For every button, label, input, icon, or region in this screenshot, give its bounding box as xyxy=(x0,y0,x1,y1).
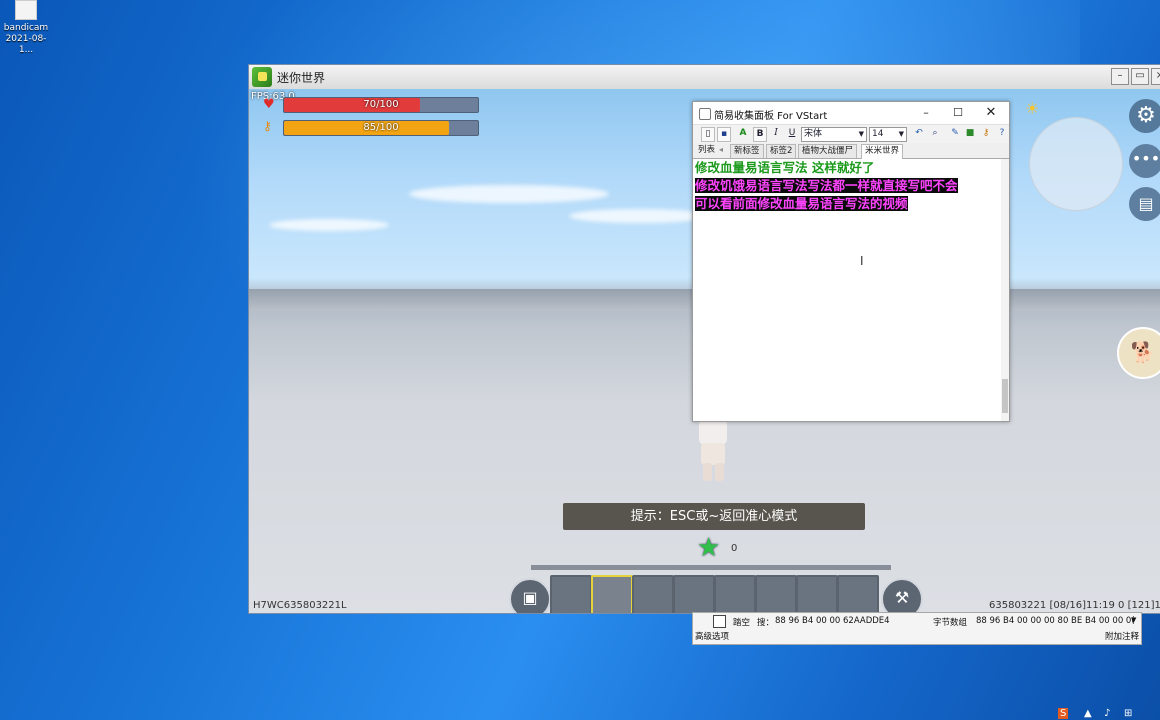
dog-icon[interactable]: 🐕 xyxy=(1117,327,1160,379)
star-icon: ★ xyxy=(697,533,721,563)
italic-button[interactable]: I xyxy=(770,127,782,140)
maximize-button[interactable]: ▭ xyxy=(1131,68,1149,85)
plugin-icon[interactable]: ■ xyxy=(964,127,976,140)
font-select-value: 宋体 xyxy=(804,129,823,139)
chevron-left-icon[interactable]: ◂ xyxy=(719,145,723,154)
cloud xyxy=(569,209,709,223)
editor-window: 简易收集面板 For VStart – ☐ ✕ ▯ ▪ A B I U 宋体 ▼… xyxy=(692,101,1010,422)
save-icon[interactable]: ▪ xyxy=(717,127,731,142)
input-method-icon[interactable]: S xyxy=(1058,708,1069,719)
float-checkbox-label: 踏空 xyxy=(733,618,751,628)
text-line-2: 修改饥饿易语言写法写法都一样就直接写吧不会 xyxy=(695,178,958,193)
text-cursor-icon: I xyxy=(860,254,864,268)
sun-icon: ☀ xyxy=(1025,99,1040,118)
bold-button[interactable]: B xyxy=(753,127,767,142)
hunger-text: 85/100 xyxy=(363,122,399,133)
desktop-icon-bandicam[interactable]: bandicam 2021-08-1... xyxy=(2,0,50,55)
heart-icon: ♥ xyxy=(263,97,275,112)
editor-scrollbar[interactable] xyxy=(1001,159,1009,421)
advanced-options-link[interactable]: 高级选项 xyxy=(695,630,729,642)
star-count: 0 xyxy=(731,543,738,554)
hunger-bar: 85/100 xyxy=(283,120,479,136)
bytes-label: 字节数组 xyxy=(933,618,968,628)
player-avatar xyxy=(687,419,741,489)
game-window-title: 迷你世界 xyxy=(277,71,326,85)
editor-close-button[interactable]: ✕ xyxy=(980,105,1002,121)
tab-mimi-world[interactable]: 米米世界 xyxy=(861,144,904,159)
backpack-button[interactable]: ▣ xyxy=(509,578,551,613)
game-titlebar[interactable]: 迷你世界 – ▭ × xyxy=(249,65,1160,90)
system-tray: S ▲ ♪ ⊞ xyxy=(1056,708,1160,720)
hotbar-slot[interactable] xyxy=(714,575,756,613)
minimap-compass[interactable] xyxy=(1029,117,1123,211)
tab-list[interactable]: 列表 xyxy=(695,144,718,157)
search-panel: 踏空 搜： 88 96 B4 00 00 62AADDE4 字节数组 88 96… xyxy=(692,612,1142,645)
chevron-down-icon: ▼ xyxy=(898,130,904,138)
tray-icon[interactable]: ♪ xyxy=(1104,708,1110,719)
font-color-icon[interactable]: A xyxy=(737,127,749,140)
hotbar-slot[interactable] xyxy=(591,575,633,613)
hotbar-slot[interactable] xyxy=(837,575,879,613)
chevron-down-icon[interactable]: ▼ xyxy=(1131,616,1136,624)
editor-toolbar: ▯ ▪ A B I U 宋体 ▼ 14 ▼ ↶ ⌕ ✎ ■ ⚷ ? xyxy=(693,124,1009,144)
font-size-value: 14 xyxy=(872,129,884,139)
tab-label2[interactable]: 标签2 xyxy=(766,144,797,158)
help-icon[interactable]: ? xyxy=(996,127,1008,140)
minimize-button[interactable]: – xyxy=(1111,68,1129,85)
gear-icon[interactable]: ⚙ xyxy=(1129,99,1160,133)
editor-maximize-button[interactable]: ☐ xyxy=(947,105,969,121)
hotbar-slot[interactable] xyxy=(796,575,838,613)
more-icon[interactable]: ••• xyxy=(1129,144,1160,178)
hotbar-slot[interactable] xyxy=(632,575,674,613)
cloud xyxy=(409,185,609,203)
tray-icon[interactable]: ⊞ xyxy=(1124,708,1132,719)
health-bar: 70/100 xyxy=(283,97,479,113)
find-icon[interactable]: ⌕ xyxy=(929,127,941,140)
tray-icon[interactable]: ▲ xyxy=(1084,708,1092,719)
desktop-icon-sublabel: 2021-08-1... xyxy=(5,34,47,55)
hotbar-slot[interactable] xyxy=(550,575,592,613)
tab-new[interactable]: 新标签 xyxy=(730,144,764,158)
key-icon[interactable]: ⚷ xyxy=(980,127,992,140)
pin-icon[interactable]: ✎ xyxy=(949,127,961,140)
game-app-icon xyxy=(252,67,272,87)
editor-text-area[interactable]: 修改血量易语言写法 这样就好了 修改饥饿易语言写法写法都一样就直接写吧不会 可以… xyxy=(693,159,1001,421)
text-line-3: 可以看前面修改血量易语言写法的视频 xyxy=(695,196,908,211)
hunger-icon: ⚷ xyxy=(263,119,272,133)
hotbar-rail xyxy=(531,565,891,570)
status-readout: 635803221 [08/16]11:19 0 [121]1. xyxy=(989,600,1160,611)
desktop-icon-label: bandicam xyxy=(3,23,49,33)
tab-pvz[interactable]: 植物大战僵尸 xyxy=(798,144,858,158)
search-label: 搜： xyxy=(757,618,775,628)
search-value[interactable]: 88 96 B4 00 00 62AADDE4 xyxy=(775,616,890,626)
cloud xyxy=(269,219,389,231)
text-line-1: 修改血量易语言写法 这样就好了 xyxy=(695,160,875,175)
hotbar-slot[interactable] xyxy=(673,575,715,613)
font-select[interactable]: 宋体 ▼ xyxy=(801,127,867,142)
bytes-value[interactable]: 88 96 B4 00 00 00 80 BE B4 00 00 0( xyxy=(976,616,1135,626)
undo-icon[interactable]: ↶ xyxy=(913,127,925,140)
new-doc-icon[interactable]: ▯ xyxy=(701,127,715,142)
add-note-link[interactable]: 附加注释 xyxy=(1105,630,1139,642)
editor-app-icon xyxy=(699,108,711,120)
file-icon xyxy=(15,0,37,20)
close-button[interactable]: × xyxy=(1151,68,1160,85)
editor-minimize-button[interactable]: – xyxy=(915,105,937,121)
font-size-select[interactable]: 14 ▼ xyxy=(869,127,907,142)
editor-titlebar[interactable]: 简易收集面板 For VStart – ☐ ✕ xyxy=(693,102,1009,124)
underline-button[interactable]: U xyxy=(786,127,798,140)
float-checkbox[interactable] xyxy=(713,615,726,628)
book-icon[interactable]: ▤ xyxy=(1129,187,1160,221)
craft-button[interactable]: ⚒ xyxy=(881,578,923,613)
hint-banner: 提示：ESC或~返回准心模式 xyxy=(563,503,865,530)
editor-title: 简易收集面板 For VStart xyxy=(714,111,828,122)
editor-tabs: 列表 ◂ 新标签 标签2 植物大战僵尸 米米世界 xyxy=(693,143,1009,159)
chevron-down-icon: ▼ xyxy=(858,130,864,138)
player-id: H7WC635803221L xyxy=(253,600,347,611)
hotbar-slot[interactable] xyxy=(755,575,797,613)
health-text: 70/100 xyxy=(363,99,399,110)
